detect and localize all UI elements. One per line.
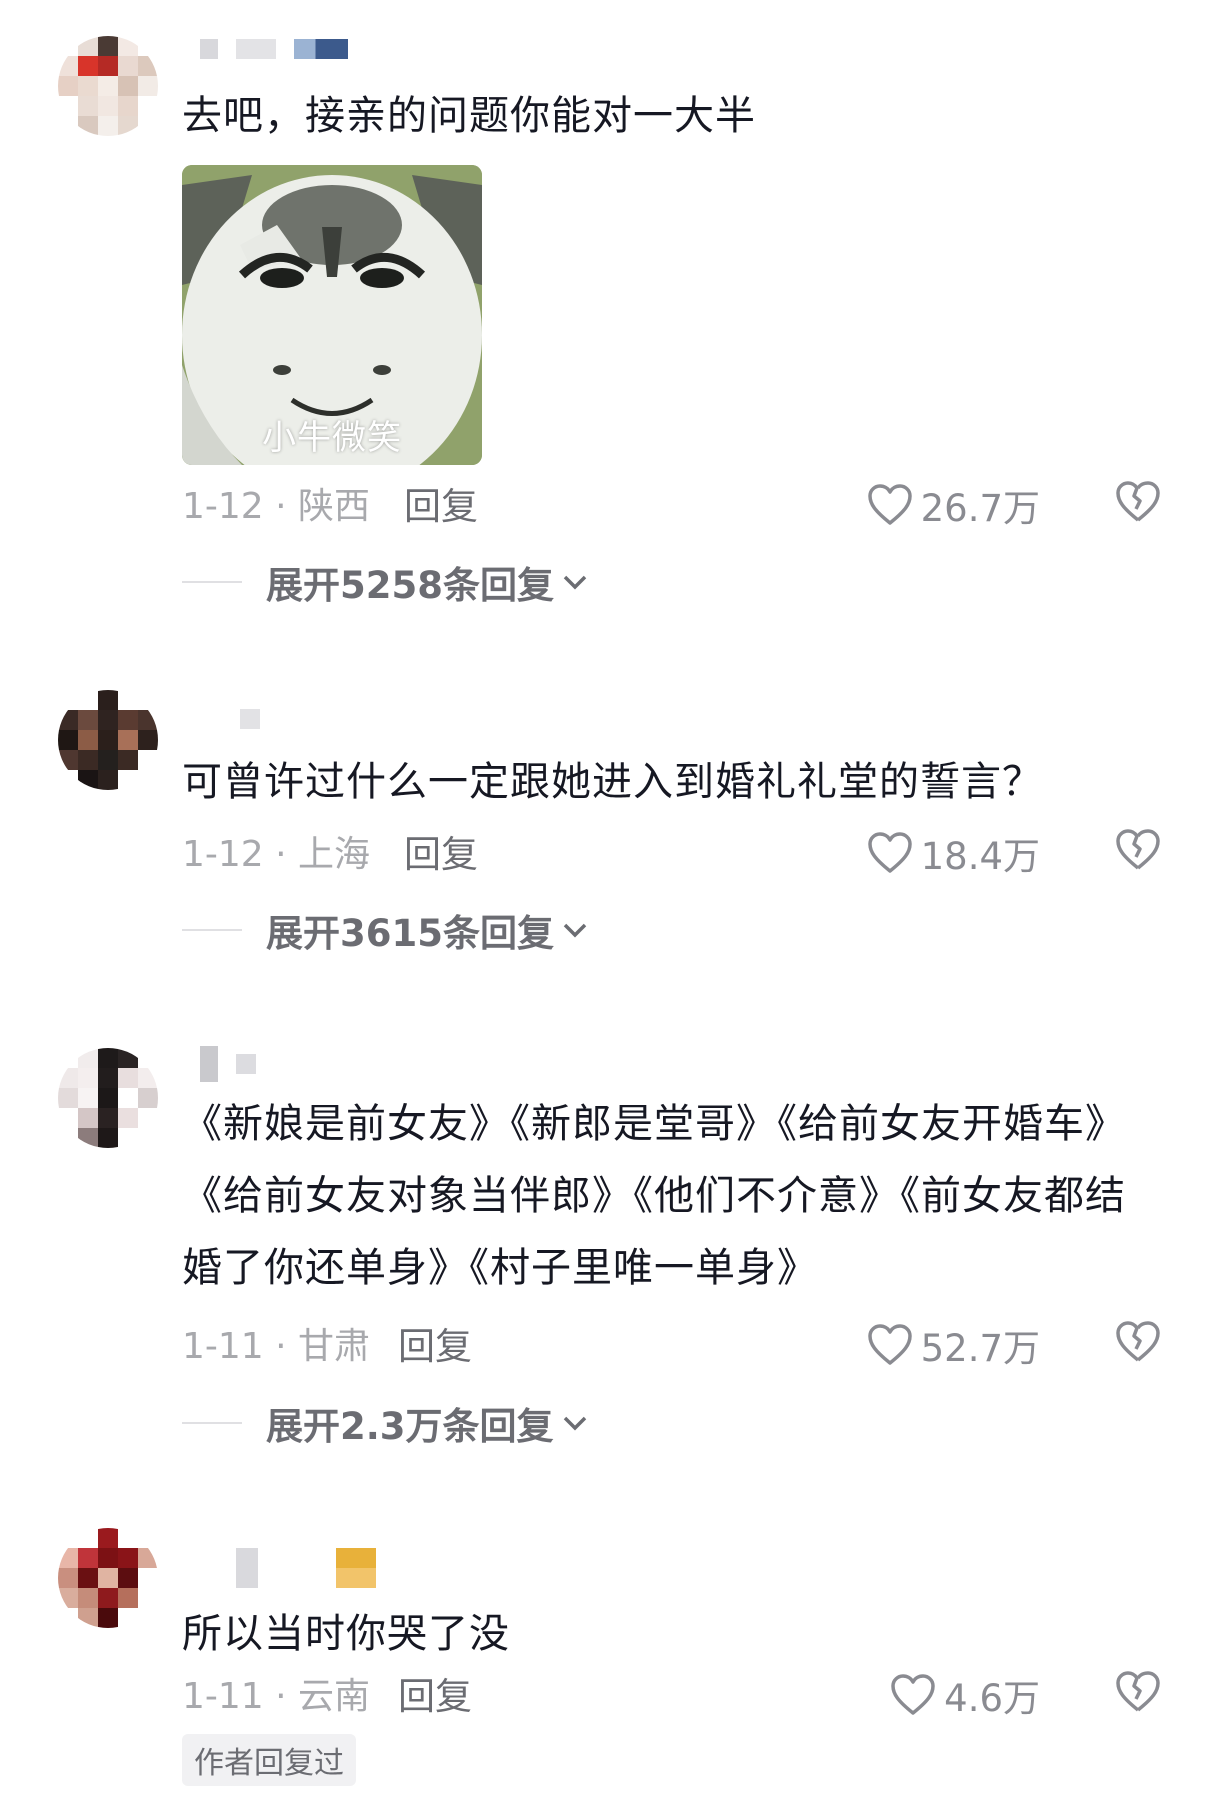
- heart-outline-icon: [867, 1324, 912, 1365]
- avatar[interactable]: [58, 36, 158, 136]
- heart-outline-icon: [867, 484, 912, 525]
- expand-replies-button[interactable]: 展开5258条回复: [182, 557, 588, 607]
- reply-button[interactable]: 回复: [404, 476, 478, 530]
- reply-button[interactable]: 回复: [398, 1666, 472, 1720]
- broken-heart-icon[interactable]: [1114, 478, 1162, 526]
- date-location: 1-11 · 甘肃: [182, 1326, 371, 1367]
- chevron-down-icon: [563, 923, 587, 938]
- username-blurred[interactable]: [200, 1046, 256, 1082]
- chevron-down-icon: [563, 575, 587, 590]
- expand-label: 展开5258条回复: [266, 564, 554, 607]
- expand-replies-button[interactable]: 展开3615条回复: [182, 905, 588, 955]
- divider-dash: [182, 1422, 242, 1424]
- comment-text: 《新娘是前女友》《新郎是堂哥》《给前女友开婚车》《给前女友对象当伴郎》《他们不介…: [182, 1101, 1126, 1291]
- divider-dash: [182, 929, 242, 931]
- like-button[interactable]: 26.7万: [867, 478, 1040, 532]
- username-blurred[interactable]: [200, 1548, 376, 1588]
- expand-label: 展开3615条回复: [266, 912, 554, 955]
- expand-replies-button[interactable]: 展开2.3万条回复: [182, 1398, 588, 1448]
- avatar[interactable]: [58, 690, 158, 790]
- comment-text: 去吧，接亲的问题你能对一大半: [182, 93, 756, 139]
- comment-meta: 1-12 · 陕西 回复: [182, 478, 1206, 528]
- comment-meta: 1-11 · 云南 回复: [182, 1668, 1206, 1718]
- comment-text: 所以当时你哭了没: [182, 1611, 510, 1657]
- heart-outline-icon: [867, 832, 912, 873]
- reply-button[interactable]: 回复: [398, 1316, 472, 1370]
- date-location: 1-12 · 陕西: [182, 486, 371, 527]
- broken-heart-icon[interactable]: [1114, 1668, 1162, 1716]
- heart-outline-icon: [891, 1674, 935, 1715]
- comment-meta: 1-12 · 上海 回复: [182, 826, 1206, 876]
- like-count: 4.6万: [944, 1677, 1040, 1720]
- like-button[interactable]: 18.4万: [867, 826, 1040, 880]
- avatar[interactable]: [58, 1048, 158, 1148]
- broken-heart-icon[interactable]: [1114, 826, 1162, 874]
- divider-dash: [182, 581, 242, 583]
- username-blurred[interactable]: [200, 38, 348, 60]
- expand-label: 展开2.3万条回复: [266, 1405, 554, 1448]
- broken-heart-icon[interactable]: [1114, 1318, 1162, 1366]
- avatar[interactable]: [58, 1528, 158, 1628]
- date-location: 1-12 · 上海: [182, 834, 371, 875]
- username-blurred[interactable]: [200, 708, 260, 730]
- like-count: 26.7万: [920, 487, 1040, 530]
- sticker-image[interactable]: 小牛微笑: [182, 165, 482, 465]
- like-count: 52.7万: [920, 1327, 1040, 1370]
- author-replied-badge: 作者回复过: [182, 1734, 356, 1786]
- reply-button[interactable]: 回复: [404, 824, 478, 878]
- date-location: 1-11 · 云南: [182, 1676, 371, 1717]
- comment-meta: 1-11 · 甘肃 回复: [182, 1318, 1206, 1368]
- sticker-caption: 小牛微笑: [262, 418, 402, 458]
- comment-text: 可曾许过什么一定跟她进入到婚礼礼堂的誓言？: [182, 759, 1043, 805]
- chevron-down-icon: [563, 1416, 586, 1431]
- like-button[interactable]: 4.6万: [890, 1668, 1040, 1722]
- like-count: 18.4万: [920, 835, 1040, 878]
- like-button[interactable]: 52.7万: [867, 1318, 1040, 1372]
